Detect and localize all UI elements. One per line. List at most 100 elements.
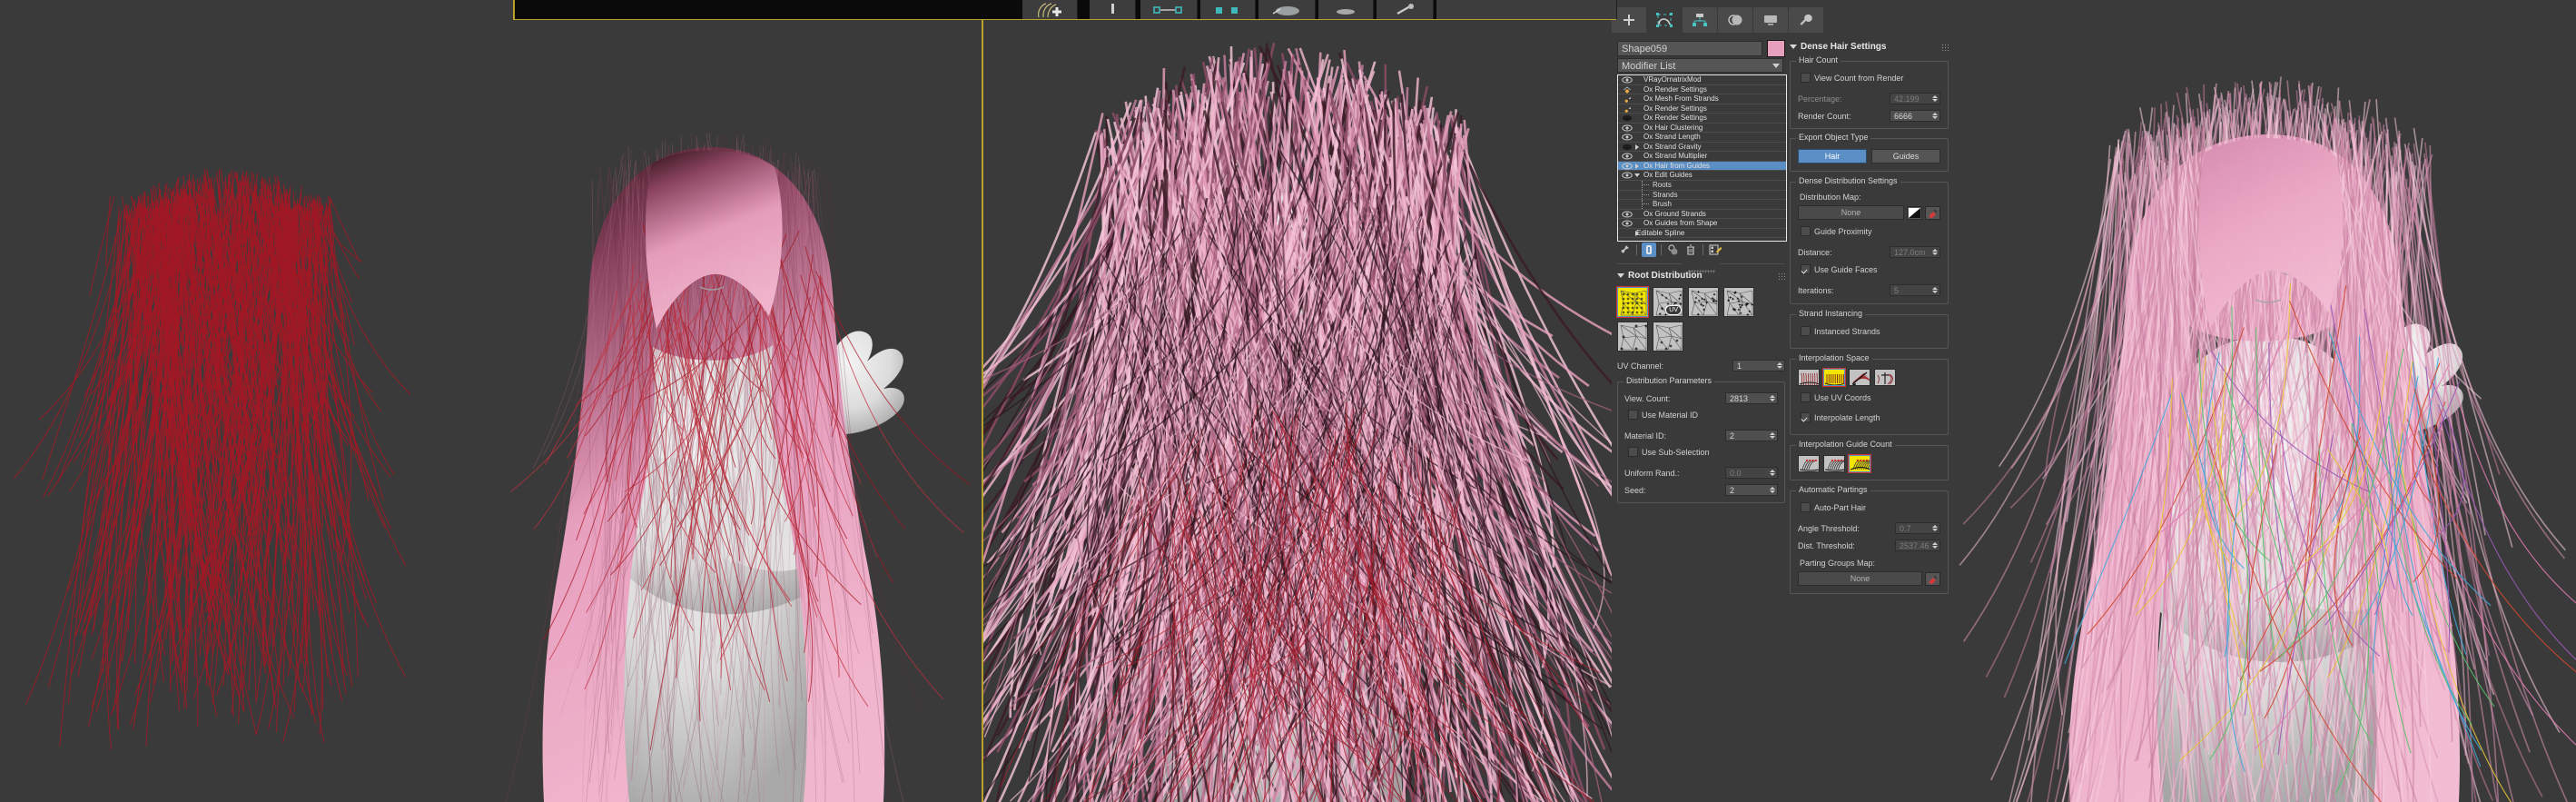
make-unique-button[interactable] (1666, 243, 1681, 257)
modify-tab[interactable] (1647, 7, 1682, 33)
distribution-random-uv[interactable]: UV (1653, 287, 1683, 317)
show-end-result-button[interactable] (1642, 243, 1656, 257)
modifier-stack-row[interactable]: VRayOrnatrixMod (1618, 75, 1786, 85)
modifier-stack-row[interactable]: Ox Hair Clustering (1618, 124, 1786, 134)
interp-space-world[interactable] (1874, 369, 1896, 386)
toolbar-filter-group[interactable] (1200, 0, 1256, 19)
view-count-spinner[interactable]: 2813 (1725, 392, 1778, 404)
chevron-right-icon[interactable] (1635, 163, 1639, 169)
eye-icon[interactable] (1622, 76, 1633, 84)
toolbar-select-object-group[interactable] (1258, 0, 1316, 19)
percentage-spinner[interactable]: 42.199 (1890, 93, 1940, 104)
uv-channel-spinner[interactable]: 1 (1732, 360, 1785, 371)
modifier-stack-row[interactable]: Ox Strand Gravity (1618, 143, 1786, 153)
eye-icon[interactable] (1622, 220, 1633, 227)
toolbar-ornatrix-group[interactable] (1022, 0, 1078, 19)
remove-modifier-button[interactable] (1683, 243, 1698, 257)
toolbar-link-group[interactable] (1140, 0, 1198, 19)
toolbar-rotate-group[interactable] (1377, 0, 1434, 19)
eye-off-icon[interactable] (1622, 144, 1633, 151)
spinner-arrows-icon[interactable] (1931, 249, 1938, 255)
motion-tab[interactable] (1718, 7, 1752, 33)
modifier-stack-row[interactable]: Editable Spline (1618, 229, 1786, 239)
eye-icon[interactable] (1622, 211, 1633, 218)
eye-icon[interactable] (1622, 134, 1633, 141)
utilities-tab[interactable] (1789, 7, 1823, 33)
modifier-stack-row[interactable]: Ox Render Settings (1618, 85, 1786, 95)
dense-hair-settings-header[interactable]: Dense Hair Settings (1790, 42, 1949, 52)
object-name-field[interactable]: Shape059 (1617, 41, 1762, 56)
chevron-right-icon[interactable] (1635, 144, 1639, 150)
eyedropper-icon[interactable] (1925, 572, 1940, 586)
eye-icon[interactable] (1622, 172, 1633, 179)
interp-space-guide[interactable] (1849, 369, 1870, 386)
use-subselection-checkbox[interactable]: Use Sub-Selection (1628, 447, 1710, 457)
render-count-spinner[interactable]: 6666 (1890, 110, 1940, 122)
spinner-arrows-icon[interactable] (1769, 395, 1775, 401)
object-color-swatch[interactable] (1767, 40, 1785, 57)
dist-threshold-spinner[interactable]: 2537.46 (1895, 540, 1940, 551)
spinner-arrows-icon[interactable] (1931, 95, 1938, 102)
modifier-stack-row[interactable]: Ox Guides from Shape (1618, 219, 1786, 229)
angle-threshold-spinner[interactable]: 0.7 (1895, 522, 1940, 534)
modifier-stack-row[interactable]: Roots (1618, 181, 1786, 191)
modifier-stack-row[interactable]: Strands (1618, 191, 1786, 201)
export-hair-button[interactable]: Hair (1798, 149, 1867, 163)
modifier-stack-row[interactable]: Ox Render Settings (1618, 114, 1786, 124)
pin-stack-button[interactable] (1617, 243, 1632, 257)
viewport-dense-hair[interactable] (983, 0, 1612, 802)
auto-part-hair-checkbox[interactable]: Auto-Part Hair (1801, 502, 1866, 512)
modifier-list-dropdown[interactable]: Modifier List (1617, 58, 1783, 73)
toolbar-select-group[interactable] (1090, 0, 1136, 19)
mesh-icon[interactable] (1622, 95, 1633, 103)
use-material-id-checkbox[interactable]: Use Material ID (1628, 410, 1698, 420)
interp-space-strand[interactable] (1798, 369, 1820, 386)
spinner-arrows-icon[interactable] (1931, 287, 1938, 293)
display-tab[interactable] (1753, 7, 1788, 33)
distribution-uniform[interactable] (1617, 287, 1648, 317)
guide-proximity-checkbox[interactable]: Guide Proximity (1801, 226, 1872, 236)
instanced-strands-checkbox[interactable]: Instanced Strands (1801, 326, 1880, 336)
distance-spinner[interactable]: 127.0cm (1890, 246, 1940, 258)
interpolate-length-checkbox[interactable]: Interpolate Length (1801, 412, 1880, 422)
guide-count-one[interactable] (1798, 455, 1820, 472)
eye-icon[interactable] (1622, 163, 1633, 170)
modifier-stack[interactable]: VRayOrnatrixModOx Render SettingsOx Mesh… (1617, 74, 1787, 242)
spinner-arrows-icon[interactable] (1931, 525, 1938, 531)
uniform-rand-spinner[interactable]: 0.0 (1725, 467, 1778, 479)
viewport-shaded-hair-left[interactable] (457, 0, 982, 802)
spinner-arrows-icon[interactable] (1931, 113, 1938, 119)
mesh-icon[interactable] (1622, 105, 1633, 113)
distribution-face-center[interactable] (1653, 322, 1683, 351)
distribution-vertex[interactable] (1617, 322, 1648, 351)
use-guide-faces-checkbox[interactable]: Use Guide Faces (1801, 264, 1878, 274)
modifier-stack-row[interactable]: Ox Mesh From Strands (1618, 94, 1786, 104)
spinner-arrows-icon[interactable] (1776, 362, 1782, 369)
modifier-stack-row[interactable]: Ox Render Settings (1618, 104, 1786, 114)
material-id-spinner[interactable]: 2 (1725, 430, 1778, 441)
distribution-map-button[interactable]: None (1798, 205, 1904, 220)
viewport-final-hair[interactable] (1954, 0, 2576, 802)
toolbar-move-group[interactable] (1318, 0, 1374, 19)
modifier-stack-row[interactable]: Ox Ground Strands (1618, 210, 1786, 220)
root-distribution-header[interactable]: Root Distribution (1617, 271, 1785, 281)
eye-off-icon[interactable] (1622, 114, 1633, 122)
interp-space-surface[interactable] (1823, 369, 1845, 386)
view-count-from-render-checkbox[interactable]: View Count from Render (1801, 73, 1903, 83)
guide-count-two[interactable] (1823, 455, 1845, 472)
configure-modifier-sets-button[interactable] (1708, 243, 1722, 257)
toolbar-overflow-group[interactable] (1436, 0, 1617, 19)
eye-icon[interactable] (1622, 153, 1633, 160)
eye-icon[interactable] (1622, 124, 1633, 132)
parting-groups-map-button[interactable]: None (1798, 571, 1922, 586)
render-icon[interactable] (1622, 86, 1633, 94)
guide-count-three[interactable] (1849, 455, 1870, 472)
modifier-stack-row[interactable]: Ox Hair from Guides (1618, 162, 1786, 172)
iterations-spinner[interactable]: 5 (1890, 284, 1940, 296)
eyedropper-icon[interactable] (1925, 206, 1940, 220)
viewport-guides[interactable] (0, 0, 457, 802)
chevron-down-icon[interactable] (1634, 173, 1640, 180)
export-guides-button[interactable]: Guides (1871, 149, 1940, 163)
modifier-stack-row[interactable]: Ox Strand Length (1618, 133, 1786, 143)
spinner-arrows-icon[interactable] (1931, 542, 1938, 549)
